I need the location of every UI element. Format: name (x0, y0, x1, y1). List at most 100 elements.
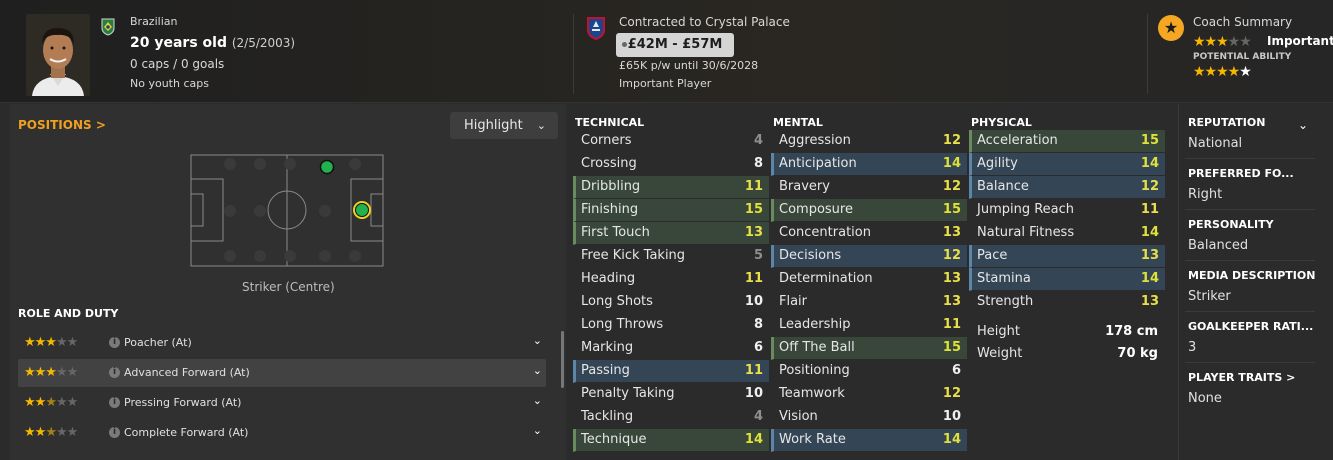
info-icon[interactable]: i (109, 367, 120, 378)
attribute-value: 13 (1140, 294, 1159, 309)
player-photo (26, 14, 90, 96)
attribute-name: Pace (977, 248, 1008, 263)
attribute-value: 13 (942, 294, 961, 309)
attribute-row[interactable]: Decisions 12 (771, 245, 967, 268)
attribute-row[interactable]: Leadership 11 (771, 314, 967, 337)
attribute-row[interactable]: Anticipation 14 (771, 153, 967, 176)
attribute-value: 14 (1140, 156, 1159, 171)
attribute-name: Long Shots (581, 294, 653, 309)
weight-label: Weight (977, 346, 1023, 361)
attribute-value: 13 (942, 271, 961, 286)
attribute-name: Acceleration (977, 133, 1058, 148)
age-text: 20 years old (130, 35, 227, 51)
reputation-block[interactable]: REPUTATION National ⌄ (1188, 116, 1318, 151)
attribute-row[interactable]: Free Kick Taking 5 (573, 245, 769, 268)
attribute-row[interactable]: Strength 13 (969, 291, 1165, 314)
personality-block: PERSONALITY Balanced (1188, 218, 1318, 253)
divider (1185, 158, 1315, 159)
attribute-name: Vision (779, 409, 818, 424)
role-row-poacher[interactable]: ★★★★★ i Poacher (At) ⌄ (18, 329, 546, 357)
positions-link[interactable]: POSITIONS > (18, 118, 106, 132)
attribute-name: Stamina (977, 271, 1031, 286)
role-duty-header: ROLE AND DUTY (18, 307, 119, 320)
chevron-down-icon[interactable]: ⌄ (533, 424, 542, 437)
attribute-row[interactable]: Flair 13 (771, 291, 967, 314)
player-traits-value: None (1188, 391, 1222, 406)
attribute-value: 11 (942, 317, 961, 332)
info-icon[interactable]: i (109, 397, 120, 408)
positions-panel: POSITIONS > Highlight ⌄ Striker (Centre) … (10, 104, 566, 460)
chevron-down-icon[interactable]: ⌄ (533, 394, 542, 407)
role-row-advanced-forward[interactable]: ★★★★★ i Advanced Forward (At) ⌄ (18, 359, 546, 387)
crystal-palace-badge-icon[interactable] (586, 16, 606, 41)
attribute-row[interactable]: Composure 15 (771, 199, 967, 222)
personality-value: Balanced (1188, 238, 1249, 253)
attribute-row[interactable]: Penalty Taking 10 (573, 383, 769, 406)
attribute-name: Penalty Taking (581, 386, 675, 401)
attribute-row[interactable]: Agility 14 (969, 153, 1165, 176)
height-label: Height (977, 324, 1020, 339)
attribute-row[interactable]: Corners 4 (573, 130, 769, 153)
attribute-value: 13 (744, 225, 763, 240)
role-row-complete-forward[interactable]: ★★★★★ i Complete Forward (At) ⌄ (18, 419, 546, 447)
player-info-panel: REPUTATION National ⌄ PREFERRED FO... Ri… (1178, 104, 1333, 460)
transfer-value-tag[interactable]: £42M - £57M (616, 33, 734, 57)
contract-status[interactable]: Contracted to Crystal Palace (619, 15, 790, 29)
attribute-row[interactable]: Determination 13 (771, 268, 967, 291)
attribute-row[interactable]: Passing 11 (573, 360, 769, 383)
chevron-down-icon: ⌄ (536, 119, 546, 132)
role-row-pressing-forward[interactable]: ★★★★★ i Pressing Forward (At) ⌄ (18, 389, 546, 417)
attribute-value: 12 (942, 386, 961, 401)
player-traits-block[interactable]: PLAYER TRAITS > None (1188, 371, 1318, 406)
info-icon[interactable]: i (109, 337, 120, 348)
attribute-row[interactable]: Dribbling 11 (573, 176, 769, 199)
weight-value: 70 kg (1117, 346, 1158, 361)
attribute-row[interactable]: Bravery 12 (771, 176, 967, 199)
role-stars: ★★★★★ (24, 335, 78, 350)
attribute-row[interactable]: Stamina 14 (969, 268, 1165, 291)
attribute-row[interactable]: Balance 12 (969, 176, 1165, 199)
attribute-row[interactable]: Concentration 13 (771, 222, 967, 245)
height-value: 178 cm (1105, 324, 1158, 339)
attribute-row[interactable]: Tackling 4 (573, 406, 769, 429)
personality-label: PERSONALITY (1188, 218, 1274, 231)
attribute-row[interactable]: Positioning 6 (771, 360, 967, 383)
attribute-row[interactable]: Long Throws 8 (573, 314, 769, 337)
attribute-row[interactable]: Long Shots 10 (573, 291, 769, 314)
attribute-row[interactable]: Off The Ball 15 (771, 337, 967, 360)
attribute-row[interactable]: Jumping Reach 11 (969, 199, 1165, 222)
attribute-name: Positioning (779, 363, 850, 378)
attribute-row[interactable]: Pace 13 (969, 245, 1165, 268)
attribute-row[interactable]: First Touch 13 (573, 222, 769, 245)
nationality: Brazilian (130, 15, 178, 28)
highlight-dropdown[interactable]: Highlight ⌄ (450, 112, 558, 139)
chevron-down-icon[interactable]: ⌄ (533, 364, 542, 377)
attribute-row[interactable]: Acceleration 15 (969, 130, 1165, 153)
attribute-value: 11 (1140, 202, 1159, 217)
player-traits-link[interactable]: PLAYER TRAITS > (1188, 371, 1318, 384)
roles-scrollbar[interactable] (561, 331, 564, 388)
attribute-row[interactable]: Aggression 12 (771, 130, 967, 153)
attribute-row[interactable]: Crossing 8 (573, 153, 769, 176)
info-icon[interactable]: i (109, 427, 120, 438)
attribute-name: Marking (581, 340, 634, 355)
role-stars: ★★★★★ (24, 365, 78, 380)
attribute-row[interactable]: Teamwork 12 (771, 383, 967, 406)
coach-summary-label[interactable]: Coach Summary (1193, 15, 1292, 29)
attribute-row[interactable]: Work Rate 14 (771, 429, 967, 452)
attribute-row[interactable]: Marking 6 (573, 337, 769, 360)
attribute-value: 12 (942, 179, 961, 194)
media-description-block: MEDIA DESCRIPTION Striker (1188, 269, 1318, 304)
attribute-value: 6 (951, 363, 961, 378)
attribute-name: Tackling (581, 409, 634, 424)
attribute-row[interactable]: Technique 14 (573, 429, 769, 452)
chevron-down-icon[interactable]: ⌄ (533, 334, 542, 347)
attribute-row[interactable]: Vision 10 (771, 406, 967, 429)
preferred-foot-value: Right (1188, 187, 1223, 202)
chevron-down-icon[interactable]: ⌄ (1298, 118, 1308, 132)
attribute-name: Concentration (779, 225, 871, 240)
attribute-row[interactable]: Heading 11 (573, 268, 769, 291)
attribute-row[interactable]: Finishing 15 (573, 199, 769, 222)
attribute-row[interactable]: Natural Fitness 14 (969, 222, 1165, 245)
attribute-value: 13 (942, 225, 961, 240)
